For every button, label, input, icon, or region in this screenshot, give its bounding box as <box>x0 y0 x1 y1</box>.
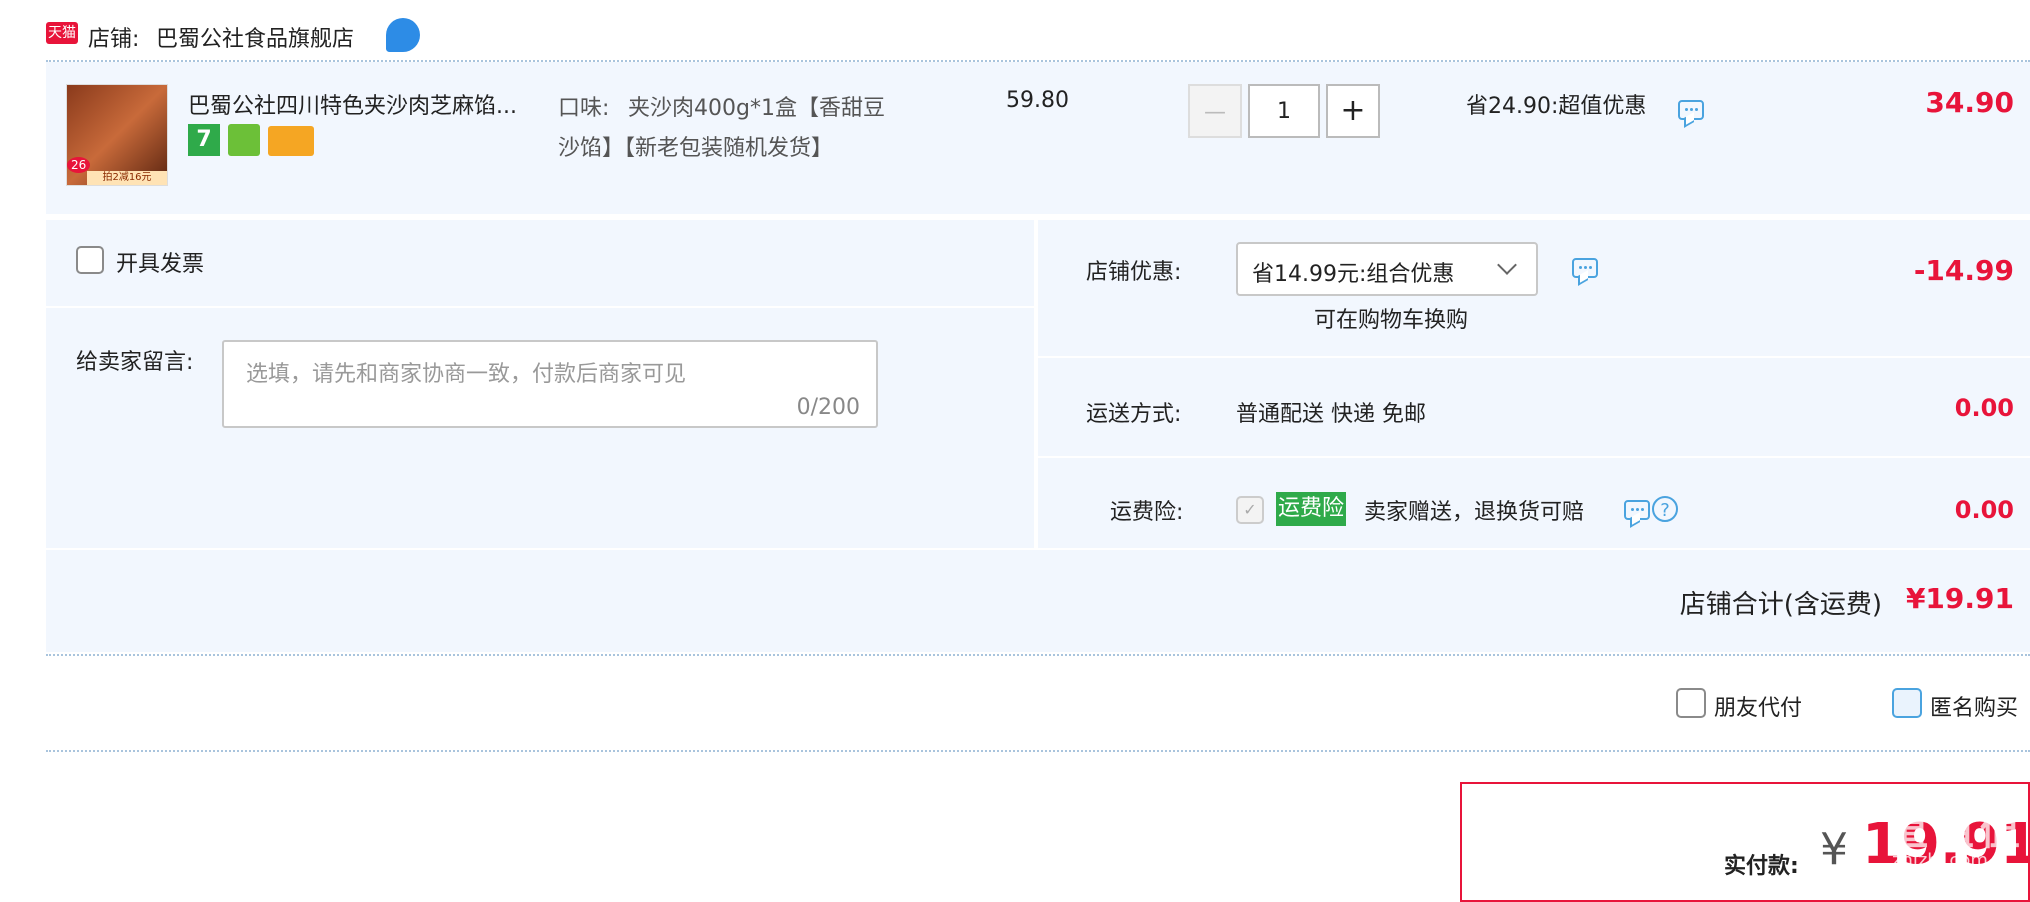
increase-button[interactable]: + <box>1326 84 1380 138</box>
invoice-label[interactable]: 开具发票 <box>116 246 204 278</box>
insurance-checkbox: ✓ <box>1236 496 1264 524</box>
message-label: 给卖家留言: <box>76 350 194 375</box>
watermark-sub: zhizhi.com <box>1892 850 1988 871</box>
credit-card-icon <box>268 126 314 156</box>
item-promo: 省24.90:超值优惠 <box>1466 94 1647 119</box>
friend-pay-label[interactable]: 朋友代付 <box>1714 690 1802 722</box>
divider <box>1038 356 2030 358</box>
item-row: 26 拍2减16元 巴蜀公社四川特色夹沙肉芝麻馅... 7 口味: 夹沙肉400… <box>46 62 2030 214</box>
tmall-badge: 天猫 <box>46 22 78 44</box>
invoice-checkbox[interactable] <box>76 246 104 274</box>
unit-price: 59.80 <box>1006 88 1069 113</box>
item-subtotal: 34.90 <box>1925 86 2014 119</box>
anonymous-checkbox[interactable] <box>1892 688 1922 718</box>
shop-total-label: 店铺合计(含运费) <box>1679 590 1882 620</box>
shop-discount-selected: 省14.99元:组合优惠 <box>1252 262 1455 287</box>
message-textarea[interactable]: 选填，请先和商家协商一致，付款后商家可见 0/200 <box>222 340 878 428</box>
friend-pay-checkbox[interactable] <box>1676 688 1706 718</box>
payment-currency: ¥ <box>1820 824 1848 875</box>
decrease-button[interactable]: — <box>1188 84 1242 138</box>
left-panel: 开具发票 给卖家留言: 选填，请先和商家协商一致，付款后商家可见 0/200 <box>46 220 1034 548</box>
watermark: 值 值 值 <box>1888 808 2020 854</box>
shop-discount-select[interactable]: 省14.99元:组合优惠 <box>1236 242 1538 296</box>
thumb-caption: 拍2减16元 <box>87 171 167 185</box>
product-thumbnail[interactable]: 26 拍2减16元 <box>66 84 168 186</box>
shipping-value: 普通配送 快递 免邮 <box>1236 402 1426 427</box>
shop-discount-label: 店铺优惠: <box>1086 260 1182 285</box>
message-counter: 0/200 <box>796 395 860 420</box>
shipping-label: 运送方式: <box>1086 402 1182 427</box>
shop-name[interactable]: 巴蜀公社食品旗舰店 <box>156 21 354 53</box>
divider <box>1038 456 2030 458</box>
right-panel: 店铺优惠: 省14.99元:组合优惠 可在购物车换购 -14.99 运送方式: … <box>1038 220 2030 548</box>
payment-box: 实付款: ¥ 19.91 值 值 值 zhizhi.com <box>1460 782 2030 902</box>
chevron-down-icon <box>1497 255 1517 275</box>
message-placeholder: 选填，请先和商家协商一致，付款后商家可见 <box>246 362 687 387</box>
payment-label: 实付款: <box>1724 854 1799 879</box>
divider <box>46 654 2030 656</box>
shipping-amount: 0.00 <box>1954 394 2014 422</box>
insurance-badge: 运费险 <box>1276 492 1347 526</box>
seven-day-return-icon: 7 <box>188 124 220 156</box>
insurance-label: 运费险: <box>1110 500 1184 525</box>
sku-value-line2: 沙馅】【新老包装随机发货】 <box>558 136 834 161</box>
chat-icon[interactable] <box>1678 100 1704 120</box>
product-title[interactable]: 巴蜀公社四川特色夹沙肉芝麻馅... <box>188 88 517 120</box>
shop-total-row: 店铺合计(含运费) ¥19.91 <box>46 550 2030 652</box>
quantity-input[interactable]: 1 <box>1248 84 1320 138</box>
shop-discount-amount: -14.99 <box>1913 254 2014 287</box>
shop-total-amount: ¥19.91 <box>1905 582 2014 615</box>
chat-icon[interactable] <box>1572 258 1598 278</box>
divider <box>46 306 1034 308</box>
divider <box>46 750 2030 752</box>
sku-value-line1: 夹沙肉400g*1盒【香甜豆 <box>628 96 885 121</box>
chat-icon[interactable] <box>1624 500 1650 520</box>
shop-label: 店铺: <box>88 27 140 52</box>
help-icon[interactable]: ? <box>1652 496 1678 522</box>
insurance-amount: 0.00 <box>1954 496 2014 524</box>
guarantee-icon <box>228 124 260 156</box>
insurance-text: 卖家赠送，退换货可赔 <box>1364 500 1585 525</box>
shop-discount-hint: 可在购物车换购 <box>1314 308 1469 333</box>
wangwang-chat-icon[interactable] <box>386 18 420 52</box>
anonymous-label[interactable]: 匿名购买 <box>1930 690 2018 722</box>
sku-label: 口味: <box>558 96 610 121</box>
